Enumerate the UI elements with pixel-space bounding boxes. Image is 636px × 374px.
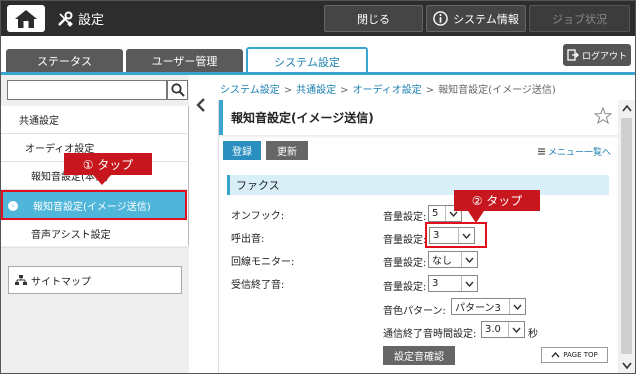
line-monitor-volume-value: なし [432,256,452,267]
breadcrumb-common-settings[interactable]: 共通設定 [296,85,336,96]
app-window: 設定 閉じる システム情報 ジョブ状況 ステータス ユーザー管理 システム設定 … [0,0,636,374]
tap-callout-2: ② タップ [454,190,540,211]
menu-item-common-settings[interactable]: 共通設定 [1,106,187,134]
menu-item-alert-sound-image-send[interactable]: › 報知音設定(イメージ送信) [1,190,187,220]
tone-pattern-select[interactable]: パターン3 [451,298,526,315]
menu-list-link-text: メニュー一覧へ [548,148,612,158]
scroll-thumb[interactable] [621,118,632,354]
job-status-button[interactable]: ジョブ状況 [529,5,630,32]
search-icon [170,83,185,97]
star-icon[interactable] [593,102,613,130]
page-title-text: 報知音設定(イメージ送信) [231,111,374,125]
page-title: 報知音設定(イメージ送信) [219,100,619,135]
search-input[interactable] [7,80,167,100]
tone-pattern-label: 音色パターン: [383,306,446,317]
scroll-up-button[interactable] [618,100,635,116]
chevron-up-icon [621,104,632,111]
page-top-button[interactable]: PAGE TOP [541,347,608,363]
chevron-up-icon [551,352,560,358]
tab-status[interactable]: ステータス [6,49,123,73]
menu-item-voice-assist[interactable]: 音声アシスト設定 [1,220,187,248]
system-info-button[interactable]: システム情報 [426,5,526,32]
close-button[interactable]: 閉じる [324,5,423,32]
scroll-down-button[interactable] [618,357,635,373]
register-button[interactable]: 登録 [223,141,261,160]
ring-tone-label: 呼出音: [231,234,265,245]
line-monitor-volume-label: 音量設定: [383,258,427,269]
breadcrumb-current: 報知音設定(イメージ送信) [438,85,556,96]
line-monitor-label: 回線モニター: [231,257,295,268]
onhook-volume-value: 5 [432,208,439,219]
page-top-label: PAGE TOP [563,351,598,359]
breadcrumb-separator: > [283,85,293,96]
chevron-down-icon [461,252,477,267]
sitemap-icon [15,274,27,285]
section-header-fax: ファクス [227,175,609,195]
update-button[interactable]: 更新 [266,141,308,160]
info-circle-icon [433,11,448,26]
ring-volume-label: 音量設定: [383,235,427,246]
settings-title-text: 設定 [78,13,105,28]
chevron-left-icon [196,98,205,112]
receive-end-volume-label: 音量設定: [383,282,427,293]
line-monitor-volume-select[interactable]: なし [428,251,478,268]
tone-pattern-value: パターン3 [455,303,501,314]
receive-end-volume-select[interactable]: 3 [428,275,478,292]
sitemap-label: サイトマップ [31,276,91,288]
sitemap-button[interactable]: サイトマップ [8,266,182,294]
main-content: 報知音設定(イメージ送信) 登録 更新 メニュー一覧へ ファクス オンフック: … [218,100,619,373]
tap-callout-1: ① タップ [64,153,152,175]
breadcrumb-separator: > [340,85,349,96]
chevron-down-icon [461,276,477,291]
chevron-down-icon [509,299,525,314]
home-button[interactable] [7,5,45,32]
end-tone-time-value: 3.0 [485,324,501,335]
wrench-screwdriver-icon [58,11,73,27]
receive-end-volume-value: 3 [432,278,439,289]
settings-title: 設定 [57,5,104,32]
search-button[interactable] [167,80,188,100]
sidebar: 共通設定 オーディオ設定 報知音設定(本体) › 報知音設定(イメージ送信) 音… [1,75,189,373]
tab-row: ステータス ユーザー管理 システム設定 ログアウト [1,36,635,74]
tab-system-settings[interactable]: システム設定 [246,47,368,74]
tab-user-management[interactable]: ユーザー管理 [126,49,243,73]
logout-label: ログアウト [581,51,627,62]
menu-list-link[interactable]: メニュー一覧へ [537,145,611,158]
chevron-down-icon [508,322,524,337]
breadcrumb: システム設定 > 共通設定 > オーディオ設定 > 報知音設定(イメージ送信) [220,81,630,96]
sidebar-collapse-button[interactable] [189,75,213,373]
breadcrumb-separator: > [425,85,435,96]
vertical-scrollbar[interactable] [618,100,635,373]
end-tone-time-unit: 秒 [528,329,538,340]
home-icon [15,9,37,28]
logout-button[interactable]: ログアウト [563,44,631,66]
onhook-volume-label: 音量設定: [383,212,427,223]
logout-icon [567,49,579,61]
menu-item-label: 報知音設定(イメージ送信) [33,201,151,213]
system-info-label: システム情報 [453,12,519,26]
sound-check-button[interactable]: 設定音確認 [383,346,455,365]
onhook-label: オンフック: [231,211,285,222]
breadcrumb-audio-settings[interactable]: オーディオ設定 [352,85,421,96]
breadcrumb-system-settings[interactable]: システム設定 [220,85,280,96]
end-tone-time-label: 通信終了音時間設定: [383,329,477,340]
list-icon [538,148,545,155]
end-tone-time-select[interactable]: 3.0 [481,321,525,338]
chevron-down-icon [621,362,632,369]
callout-1-pointer [93,175,111,185]
top-bar: 設定 閉じる システム情報 ジョブ状況 [1,1,635,36]
receive-end-tone-label: 受信終了音: [231,280,285,291]
selected-arrow-icon: › [8,201,18,211]
ring-volume-highlight [425,222,487,248]
